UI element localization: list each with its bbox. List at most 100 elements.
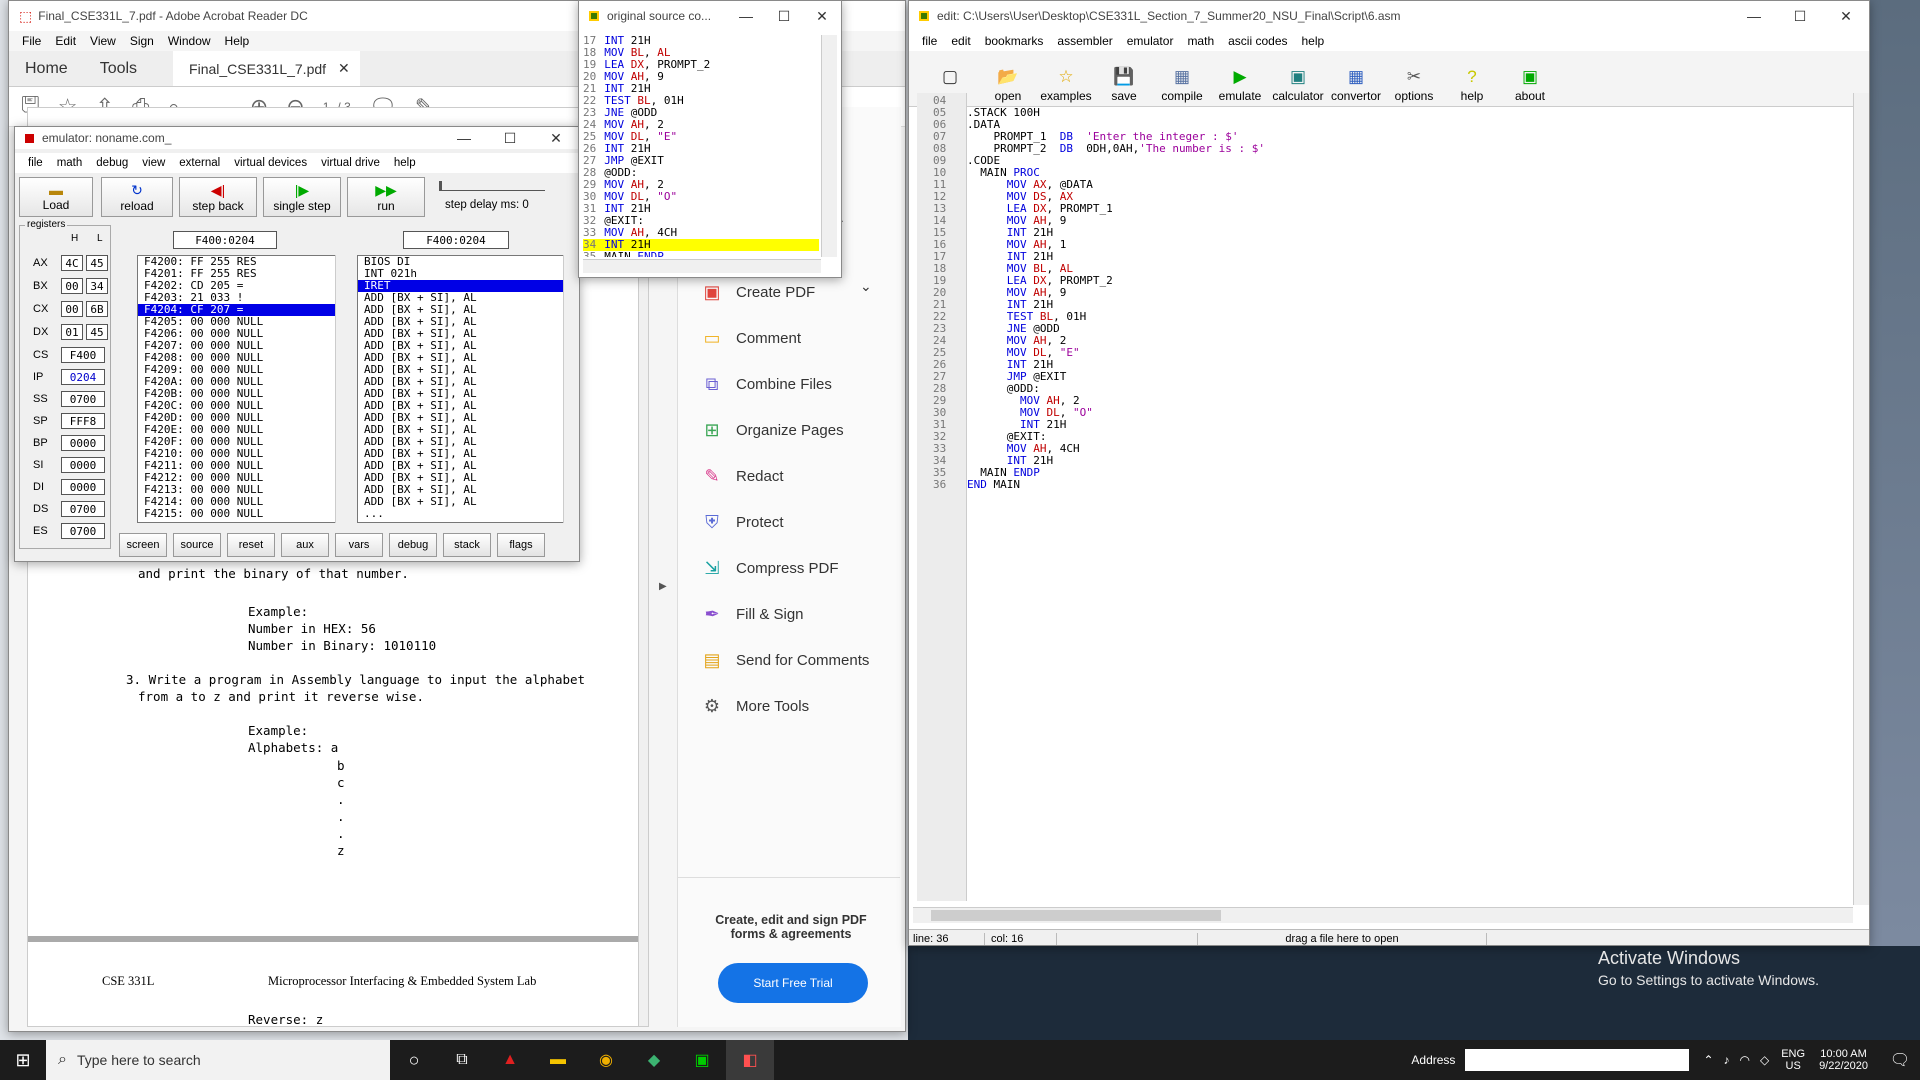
register-low[interactable]: 45 xyxy=(86,255,108,271)
address-input[interactable] xyxy=(1465,1049,1690,1071)
create-pdf-chevron-icon[interactable]: ⌄ xyxy=(860,278,872,295)
menu-item[interactable]: math xyxy=(1180,34,1221,48)
register-high[interactable]: 00 xyxy=(61,301,83,317)
register-high[interactable]: 01 xyxy=(61,324,83,340)
clock[interactable]: 10:00 AM 9/22/2020 xyxy=(1819,1048,1868,1072)
menu-item[interactable]: external xyxy=(172,157,227,169)
load-button[interactable]: ▬ Load xyxy=(19,177,93,217)
tool-item[interactable]: ⧉ Combine Files xyxy=(678,361,900,407)
register-high[interactable]: 4C xyxy=(61,255,83,271)
close-icon[interactable]: ✕ xyxy=(1823,1,1869,31)
memory-list[interactable]: F4200: FF 255 RES F4201: FF 255 RES F4202:… xyxy=(137,255,349,523)
register-high[interactable]: 00 xyxy=(61,278,83,294)
task-view-icon[interactable]: ⧉ xyxy=(438,1051,486,1069)
menu-item[interactable]: help xyxy=(1295,34,1332,48)
tool-item[interactable]: ⊞ Organize Pages xyxy=(678,407,900,453)
tool-item[interactable]: ✒ Fill & Sign xyxy=(678,591,900,637)
register-low[interactable]: 45 xyxy=(86,324,108,340)
notifications-icon[interactable]: 🗨 xyxy=(1880,1050,1920,1070)
tab-stack[interactable]: stack xyxy=(443,533,491,557)
wifi-icon[interactable]: ◠ xyxy=(1740,1053,1750,1067)
menu-item[interactable]: bookmarks xyxy=(978,34,1051,48)
file-explorer-icon[interactable]: ▬ xyxy=(534,1051,582,1069)
menu-item[interactable]: ascii codes xyxy=(1221,34,1294,48)
close-icon[interactable]: ✕ xyxy=(803,1,841,31)
reload-button[interactable]: ↻ reload xyxy=(101,177,173,217)
menu-item[interactable]: debug xyxy=(89,157,135,169)
tool-item[interactable]: ⛨ Protect xyxy=(678,499,900,545)
disasm-row[interactable]: ADD [BX + SI], AL xyxy=(358,496,576,508)
disassembly-list[interactable]: BIOS DI INT 021h IRET ADD [BX + SI], AL ADD … xyxy=(357,255,577,523)
menu-item[interactable]: file xyxy=(21,157,50,169)
tab-flags[interactable]: flags xyxy=(497,533,545,557)
register-value[interactable]: 0000 xyxy=(61,435,105,451)
menu-item[interactable]: edit xyxy=(944,34,977,48)
disasm-address-field[interactable]: F400:0204 xyxy=(403,231,509,249)
editor-hscroll-thumb[interactable] xyxy=(931,910,1221,921)
tray-arrow-icon[interactable]: ⌃ xyxy=(1703,1053,1713,1067)
acrobat-taskbar-icon[interactable]: ▲ xyxy=(486,1051,534,1069)
register-value[interactable]: 0000 xyxy=(61,479,105,495)
disassembly-scrollbar[interactable] xyxy=(563,255,577,523)
register-value[interactable]: 0000 xyxy=(61,457,105,473)
taskbar-search[interactable]: ⌕ Type here to search xyxy=(46,1040,390,1080)
step-delay-slider[interactable] xyxy=(439,181,545,191)
maximize-icon[interactable]: ☐ xyxy=(765,1,803,31)
cortana-icon[interactable]: ○ xyxy=(390,1050,438,1071)
pane-toggle-icon[interactable]: ▶ xyxy=(659,581,667,592)
emu8086-icon[interactable]: ▣ xyxy=(678,1050,726,1070)
menu-item[interactable]: help xyxy=(387,157,423,169)
volume-icon[interactable]: ♪ xyxy=(1724,1053,1730,1067)
active-app-icon[interactable]: ◧ xyxy=(726,1040,774,1080)
editor-vscroll[interactable] xyxy=(1853,93,1869,905)
maximize-icon[interactable]: ☐ xyxy=(487,127,533,149)
menu-item[interactable]: virtual devices xyxy=(227,157,314,169)
menu-item[interactable]: file xyxy=(915,34,944,48)
menu-item[interactable]: Help xyxy=(218,34,257,48)
tool-item[interactable]: ▭ Comment xyxy=(678,315,900,361)
source-vscroll[interactable] xyxy=(821,35,837,257)
close-tab-icon[interactable]: ✕ xyxy=(338,60,350,77)
register-value[interactable]: F400 xyxy=(61,347,105,363)
tool-item[interactable]: ▤ Send for Comments xyxy=(678,637,900,683)
tab-reset[interactable]: reset xyxy=(227,533,275,557)
register-low[interactable]: 34 xyxy=(86,278,108,294)
run-button[interactable]: ▶▶ run xyxy=(347,177,425,217)
tab-tools[interactable]: Tools xyxy=(84,51,153,86)
language-indicator[interactable]: ENG US xyxy=(1781,1048,1805,1072)
minimize-icon[interactable]: — xyxy=(1731,1,1777,31)
tab-screen[interactable]: screen xyxy=(119,533,167,557)
menu-item[interactable]: view xyxy=(135,157,172,169)
close-icon[interactable]: ✕ xyxy=(533,127,579,149)
memory-scrollbar[interactable] xyxy=(335,255,349,523)
chrome-icon[interactable]: ◉ xyxy=(582,1050,630,1070)
tab-home[interactable]: Home xyxy=(9,51,84,86)
register-value[interactable]: 0700 xyxy=(61,501,105,517)
menu-item[interactable]: Window xyxy=(161,34,218,48)
menu-item[interactable]: View xyxy=(83,34,123,48)
slider-thumb[interactable] xyxy=(439,181,442,191)
step-back-button[interactable]: ◀| step back xyxy=(179,177,257,217)
tool-item[interactable]: ⇲ Compress PDF xyxy=(678,545,900,591)
menu-item[interactable]: emulator xyxy=(1120,34,1181,48)
disasm-row[interactable]: ... xyxy=(358,508,576,520)
register-low[interactable]: 6B xyxy=(86,301,108,317)
tab-vars[interactable]: vars xyxy=(335,533,383,557)
register-value[interactable]: 0700 xyxy=(61,391,105,407)
menu-item[interactable]: File xyxy=(15,34,48,48)
menu-item[interactable]: Sign xyxy=(123,34,161,48)
source-hscroll[interactable] xyxy=(583,259,821,273)
menu-item[interactable]: assembler xyxy=(1050,34,1119,48)
windows-start-icon[interactable]: ⊞ xyxy=(0,1050,46,1071)
memory-row[interactable]: F4215: 00 000 NULL xyxy=(138,508,348,520)
menu-item[interactable]: virtual drive xyxy=(314,157,387,169)
register-value[interactable]: 0700 xyxy=(61,523,105,539)
dropbox-icon[interactable]: ◇ xyxy=(1760,1053,1769,1067)
tool-item[interactable]: ⚙ More Tools xyxy=(678,683,900,729)
tool-item[interactable]: ✎ Redact xyxy=(678,453,900,499)
register-value[interactable]: 0204 xyxy=(61,369,105,385)
tab-debug[interactable]: debug xyxy=(389,533,437,557)
editor-hscroll[interactable] xyxy=(913,907,1853,923)
app-diamond-icon[interactable]: ◆ xyxy=(630,1050,678,1070)
editor-code[interactable]: 04 05 .STACK 100H 06 .DATA 07 PROMPT_1 DB 'En… xyxy=(919,95,1849,895)
